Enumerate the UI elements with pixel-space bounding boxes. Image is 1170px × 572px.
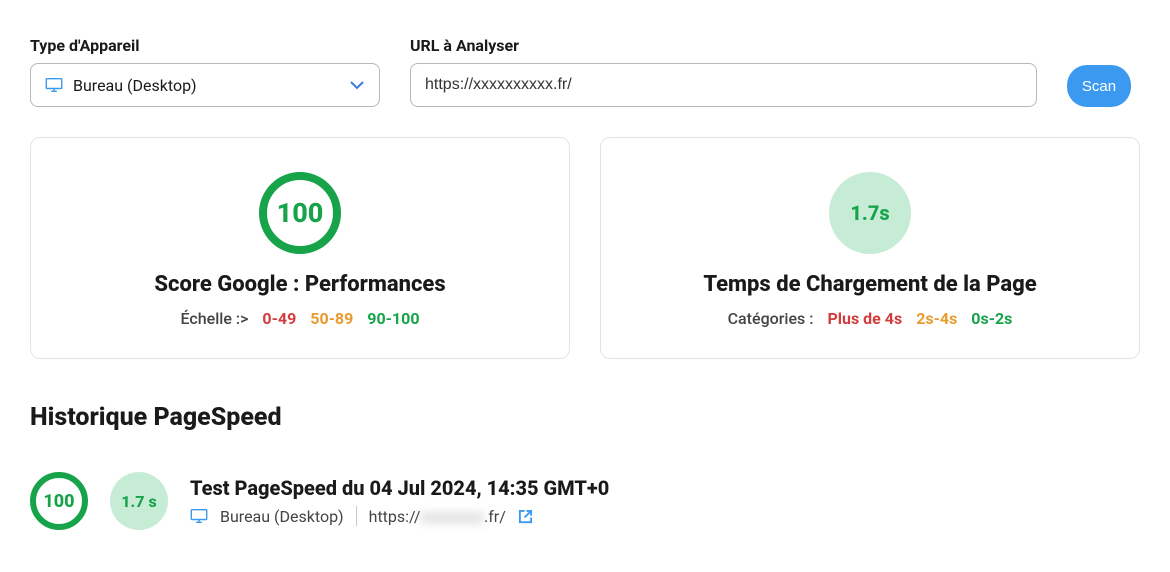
load-categories: Catégories : Plus de 4s 2s-4s 0s-2s [728, 309, 1013, 328]
device-label: Type d'Appareil [30, 36, 380, 55]
url-field: URL à Analyser [410, 36, 1037, 107]
history-item: 100 1.7 s Test PageSpeed du 04 Jul 2024,… [30, 472, 1140, 530]
load-title: Temps de Chargement de la Page [703, 272, 1036, 297]
external-link-icon[interactable] [518, 509, 533, 524]
history-title: Historique PageSpeed [30, 403, 1140, 432]
score-ring: 100 [259, 172, 341, 254]
history-score-value: 100 [43, 491, 74, 512]
divider [356, 506, 357, 526]
device-field: Type d'Appareil Bureau (Desktop) [30, 36, 380, 107]
cat-mid: 2s-4s [916, 309, 957, 328]
chevron-down-icon [349, 80, 365, 90]
score-title: Score Google : Performances [154, 272, 445, 297]
history-url[interactable]: https://xxxxxxxx.fr/ [369, 507, 506, 526]
url-input[interactable] [410, 63, 1037, 107]
cat-slow: Plus de 4s [827, 309, 902, 328]
history-heading: Test PageSpeed du 04 Jul 2024, 14:35 GMT… [190, 476, 609, 500]
score-value: 100 [277, 197, 324, 229]
history-time-circle: 1.7 s [110, 472, 168, 530]
result-cards: 100 Score Google : Performances Échelle … [30, 137, 1140, 359]
history-score-ring: 100 [30, 472, 88, 530]
load-time-value: 1.7s [850, 201, 889, 225]
monitor-icon [45, 78, 63, 92]
cat-label: Catégories : [728, 309, 814, 328]
cat-fast: 0s-2s [971, 309, 1012, 328]
scale-label: Échelle :> [180, 309, 248, 328]
score-scale: Échelle :> 0-49 50-89 90-100 [180, 309, 419, 328]
performance-score-card: 100 Score Google : Performances Échelle … [30, 137, 570, 359]
history-details: Test PageSpeed du 04 Jul 2024, 14:35 GMT… [190, 476, 609, 526]
device-selected-value: Bureau (Desktop) [73, 76, 197, 95]
scale-low: 0-49 [262, 309, 296, 328]
monitor-icon [190, 509, 208, 523]
history-device: Bureau (Desktop) [220, 507, 344, 526]
url-label: URL à Analyser [410, 36, 1037, 55]
scale-mid: 50-89 [310, 309, 353, 328]
history-time-value: 1.7 s [121, 492, 156, 511]
load-time-card: 1.7s Temps de Chargement de la Page Caté… [600, 137, 1140, 359]
device-select[interactable]: Bureau (Desktop) [30, 63, 380, 107]
history-meta: Bureau (Desktop) https://xxxxxxxx.fr/ [190, 506, 609, 526]
load-time-circle: 1.7s [829, 172, 911, 254]
scan-button[interactable]: Scan [1067, 65, 1131, 107]
scale-high: 90-100 [367, 309, 419, 328]
scan-form: Type d'Appareil Bureau (Desktop) URL à A… [30, 36, 1140, 107]
